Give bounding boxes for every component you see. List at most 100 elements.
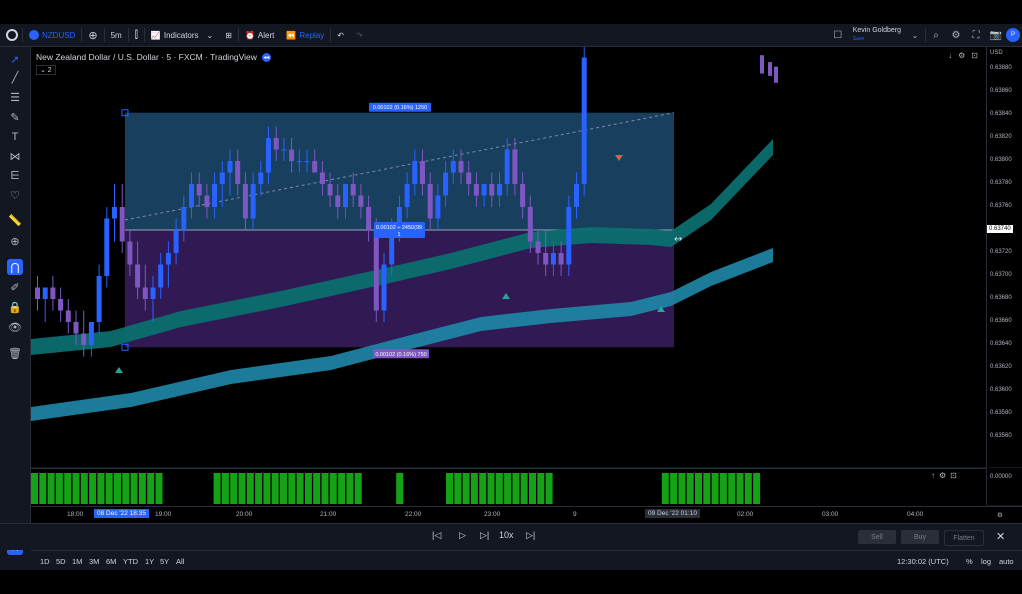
zoom-in-icon[interactable]: ⊕: [7, 233, 23, 249]
trend-line-icon[interactable]: ╱: [7, 69, 23, 85]
time-axis[interactable]: 18:00 20:00 21:00 22:00 23:00 9 02:00 03:00 04:0…: [31, 506, 1022, 523]
camera-icon[interactable]: 📷: [989, 28, 1003, 42]
price-tick: 0.63820: [990, 134, 1012, 140]
candle-body: [343, 184, 348, 207]
oscillator-bar: [147, 473, 155, 504]
oscillator-bar: [255, 473, 263, 504]
settings-icon[interactable]: ⚙: [939, 471, 946, 480]
prediction-icon[interactable]: ⋿: [7, 167, 23, 183]
percent-toggle[interactable]: %: [966, 557, 973, 566]
candle-body: [196, 184, 202, 196]
oscillator-bar: [114, 473, 121, 504]
step-forward-icon[interactable]: ▷|: [480, 530, 489, 541]
oscillator-bar: [454, 473, 462, 504]
oscillator-pane[interactable]: [31, 468, 986, 506]
play-icon[interactable]: ▷: [459, 530, 466, 541]
buy-button[interactable]: Buy: [901, 530, 939, 544]
cursor-icon[interactable]: ➚: [7, 51, 23, 67]
range-button-6m[interactable]: 6M: [106, 557, 116, 566]
candle-body: [550, 253, 556, 265]
flatten-button[interactable]: Flatten: [944, 530, 984, 546]
oscillator-bar: [719, 473, 727, 504]
chart-canvas[interactable]: 0.00102 (0.16%) 1250 0.00102 (0.16%) 750 0…: [31, 46, 986, 467]
lock-icon[interactable]: 🔒: [7, 299, 23, 315]
range-button-ytd[interactable]: YTD: [123, 557, 138, 566]
price-axis[interactable]: USD 0.63880 0.63860 0.63840 0.63820 0.63800 0…: [986, 47, 1022, 467]
log-toggle[interactable]: log: [981, 557, 991, 566]
settings-icon[interactable]: ⚙: [958, 51, 965, 60]
candle-body: [96, 276, 102, 322]
range-button-all[interactable]: All: [176, 557, 184, 566]
candle-body: [50, 287, 56, 299]
oscillator-bar: [105, 473, 113, 504]
jump-to-icon[interactable]: |◁: [432, 530, 441, 541]
indicator-collapse-toggle[interactable]: ⌄ 2: [36, 65, 56, 75]
oscillator-bar: [487, 473, 495, 504]
axis-settings-icon[interactable]: ⚙: [997, 511, 1003, 519]
redo-button[interactable]: ↷: [350, 24, 369, 46]
close-icon[interactable]: ✕: [996, 530, 1005, 543]
chart-type-button[interactable]: ⫿: [129, 24, 144, 46]
gear-icon[interactable]: ⚙: [949, 28, 963, 42]
oscillator-bar: [495, 473, 503, 504]
current-price-label: 0.63740: [987, 225, 1013, 233]
clock-label[interactable]: 12:30:02 (UTC): [897, 557, 949, 566]
range-button-5y[interactable]: 5Y: [160, 557, 169, 566]
alert-button[interactable]: ⏰ Alert: [239, 24, 280, 46]
undo-button[interactable]: ↶: [331, 24, 350, 46]
arrow-down-icon[interactable]: ↓: [948, 51, 952, 60]
range-button-5d[interactable]: 5D: [56, 557, 66, 566]
oscillator-bar: [462, 473, 470, 504]
candle-body: [273, 138, 279, 150]
chevron-down-icon[interactable]: ⌄: [908, 28, 922, 42]
maximize-icon[interactable]: ⊡: [971, 51, 978, 60]
replay-badge-icon[interactable]: ◂◂: [261, 52, 271, 62]
candles-icon: ⫿: [134, 29, 138, 41]
arrow-up-icon[interactable]: ↑: [931, 471, 935, 480]
search-icon[interactable]: ⌕: [929, 28, 943, 42]
price-tick: 0.63780: [990, 180, 1012, 186]
symbol-search-button[interactable]: NZDUSD: [23, 24, 81, 46]
tradingview-logo-icon[interactable]: [6, 29, 18, 41]
range-button-1y[interactable]: 1Y: [145, 557, 154, 566]
range-button-1m[interactable]: 1M: [72, 557, 82, 566]
candle-body: [420, 161, 425, 184]
compare-button[interactable]: ⊕: [82, 24, 103, 46]
lock-drawings-icon[interactable]: ✐: [7, 279, 23, 295]
interval-button[interactable]: 5m: [105, 24, 128, 46]
oscillator-bar: [321, 473, 329, 504]
candle-body: [473, 184, 479, 196]
horizontal-lines-icon[interactable]: ☰: [7, 89, 23, 105]
trash-icon[interactable]: 🗑: [7, 345, 23, 361]
magnet-icon[interactable]: ⋂: [7, 259, 23, 275]
pattern-icon[interactable]: ⋈: [7, 148, 23, 164]
replay-speed[interactable]: 10x: [499, 530, 514, 540]
templates-button[interactable]: ⊞: [219, 24, 238, 46]
candle-body: [158, 264, 164, 288]
range-button-1d[interactable]: 1D: [40, 557, 50, 566]
profile-avatar[interactable]: P: [1006, 28, 1020, 42]
save-status: Save: [852, 36, 865, 42]
candle-body: [504, 149, 510, 184]
layout-checkbox-icon[interactable]: ☐: [831, 28, 845, 42]
eye-icon[interactable]: 👁: [7, 319, 23, 335]
fullscreen-icon[interactable]: ⛶: [969, 28, 983, 42]
candle-body: [73, 322, 79, 334]
candle-body: [104, 218, 110, 276]
indicators-button[interactable]: 📈 Indicators ⌄: [145, 24, 219, 46]
price-chart[interactable]: 0.00102 (0.16%) 1250 0.00102 (0.16%) 750 0…: [31, 46, 986, 467]
range-button-3m[interactable]: 3M: [89, 557, 99, 566]
candle-body: [581, 57, 587, 184]
maximize-icon[interactable]: ⊡: [950, 471, 957, 480]
brush-icon[interactable]: ✎: [7, 109, 23, 125]
heart-icon[interactable]: ♡: [7, 187, 23, 203]
exit-replay-icon[interactable]: ▷|: [526, 530, 535, 541]
layout-name-block[interactable]: Kevin Goldberg Save: [853, 27, 901, 43]
text-icon[interactable]: T: [7, 129, 23, 145]
replay-button[interactable]: ⏪ Replay: [280, 24, 330, 46]
oscillator-bar: [64, 473, 72, 504]
auto-toggle[interactable]: auto: [999, 557, 1014, 566]
sell-button[interactable]: Sell: [858, 530, 896, 544]
ruler-icon[interactable]: 📏: [7, 212, 23, 228]
price-tick: 0.63700: [990, 272, 1012, 278]
